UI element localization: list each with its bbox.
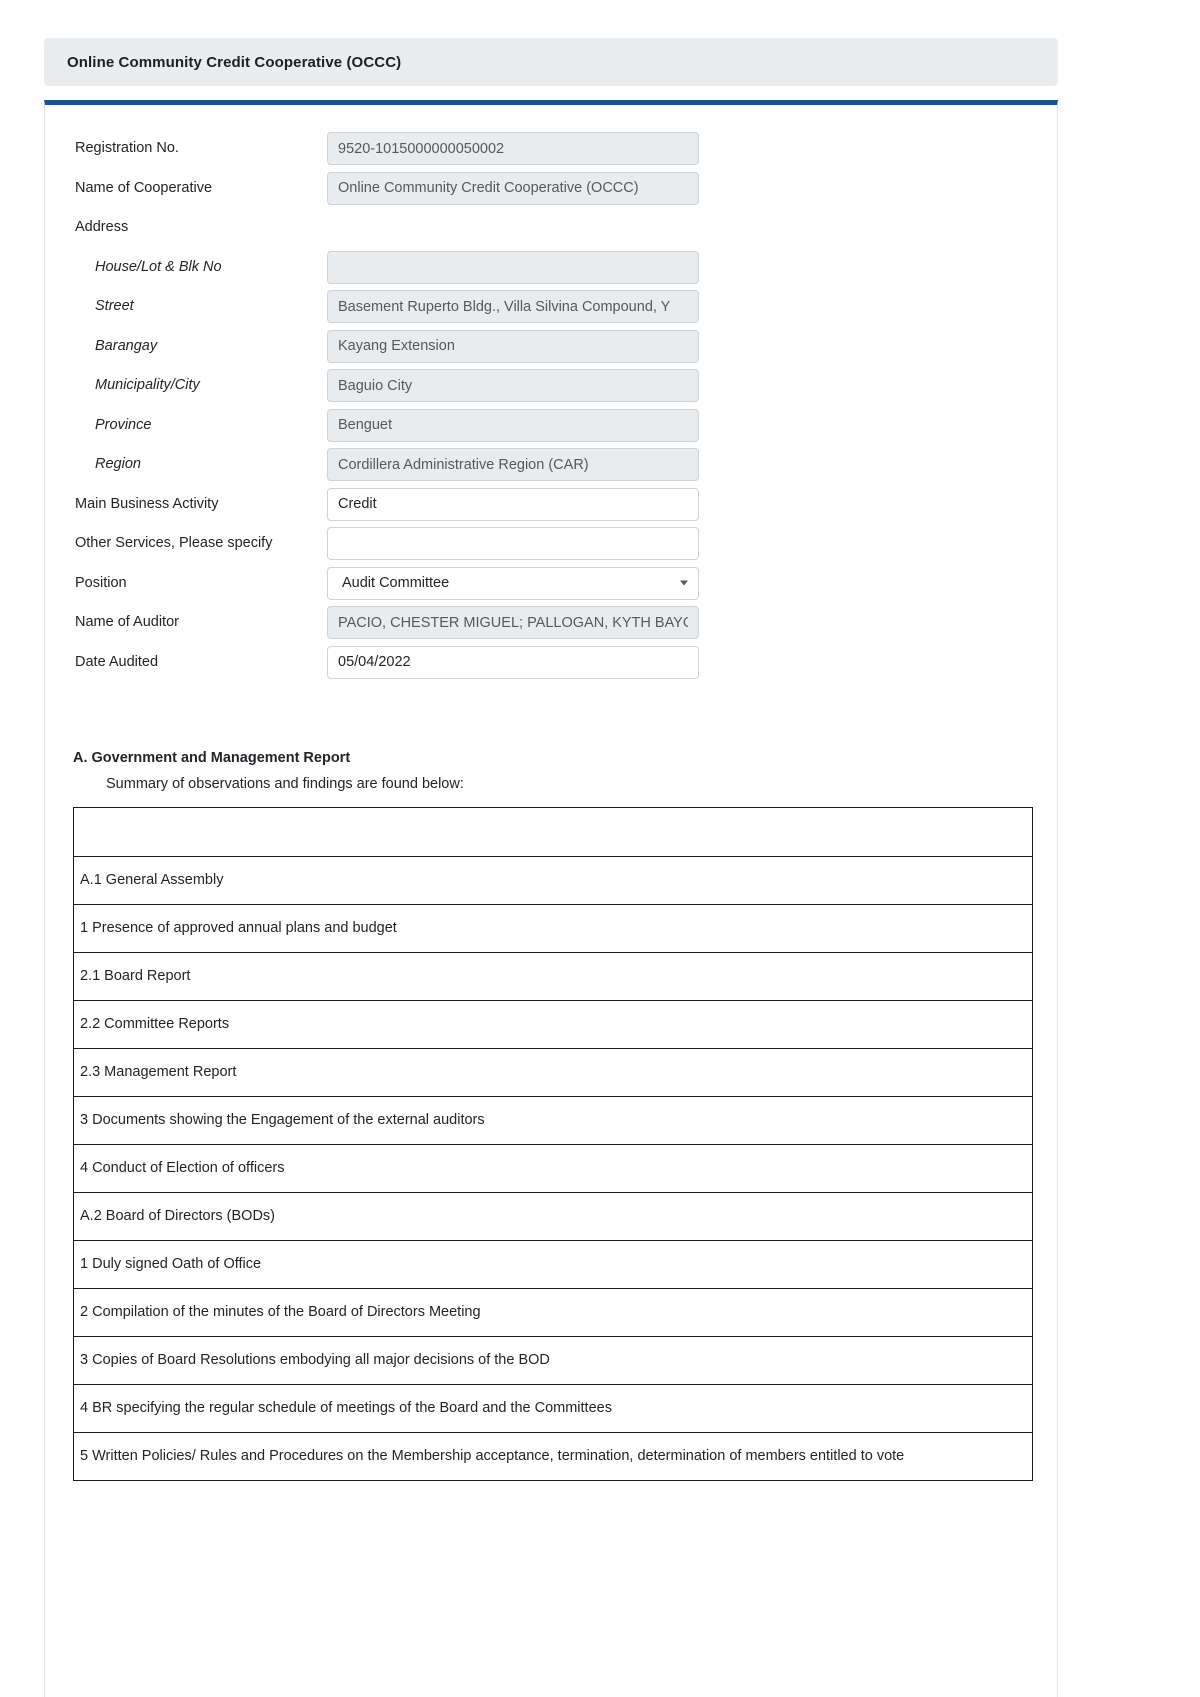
form-row: Date Audited 05/04/2022 [75,643,735,683]
field-input: Baguio City [327,369,699,403]
finding-label: 2.1 Board Report [74,952,1032,1001]
field-value: Basement Ruperto Bldg., Villa Silvina Co… [338,298,671,315]
field-input: Online Community Credit Cooperative (OCC… [327,171,699,205]
form-row: Main Business Activity Credit [75,485,735,525]
finding-label: 4 BR specifying the regular schedule of … [74,1384,1032,1433]
field-input: PACIO, CHESTER MIGUEL; PALLOGAN, KYTH BA… [327,606,699,640]
field-value: Online Community Credit Cooperative (OCC… [338,180,639,197]
table-row[interactable] [74,808,1032,857]
table-row[interactable]: 3 Copies of Board Resolutions embodying … [74,1336,1032,1385]
form-row: Name of Auditor PACIO, CHESTER MIGUEL; PA… [75,603,735,643]
form-row: Province Benguet [75,406,735,446]
findings-table: A.1 General Assembly 1 Presence of approv… [73,807,1033,1481]
field-input: Cordillera Administrative Region (CAR) [327,448,699,482]
section-a-title: A. Government and Management Report [73,750,351,766]
form-row: Region Cordillera Administrative Region (… [75,445,735,485]
table-row[interactable]: 2.1 Board Report [74,952,1032,1001]
finding-label: 4 Conduct of Election of officers [74,1144,1032,1193]
chevron-down-icon [680,580,688,586]
form-row: Other Services, Please specify [75,524,735,564]
form-row: Address [75,208,735,248]
field-label: Municipality/City [95,377,200,394]
field-input: Benguet [327,408,699,442]
table-row[interactable]: A.2 Board of Directors (BODs) [74,1192,1032,1241]
section-a-heading: A. Government and Management Report Summ… [73,750,1033,792]
finding-label: A.1 General Assembly [74,856,1032,905]
field-value: PACIO, CHESTER MIGUEL; PALLOGAN, KYTH BA… [338,614,688,631]
finding-label: 1 Duly signed Oath of Office [74,1240,1032,1289]
finding-label: 3 Documents showing the Engagement of th… [74,1096,1032,1145]
field-label: Other Services, Please specify [75,535,273,552]
finding-label: 5 Written Policies/ Rules and Procedures… [80,1448,905,1465]
field-input[interactable] [327,527,699,561]
table-row[interactable]: 5 Written Policies/ Rules and Procedures… [74,1432,1032,1480]
table-row[interactable]: 1 Duly signed Oath of Office [74,1240,1032,1289]
finding-label [74,808,1032,857]
section-a-subtitle: Summary of observations and findings are… [106,776,464,792]
field-value: Credit [338,496,377,513]
field-label: Address [75,219,129,236]
field-value: Cordillera Administrative Region (CAR) [338,456,589,473]
finding-label: 1 Presence of approved annual plans and … [74,904,1032,953]
field-label: Region [95,456,141,473]
field-input: Kayang Extension [327,329,699,363]
report-card: Registration No. 9520-1015000000050002 Nam… [44,100,1058,1697]
field-label: Position [75,574,127,591]
field-value: Kayang Extension [338,338,455,355]
page-header: Online Community Credit Cooperative (OCC… [44,38,1058,86]
field-input: 9520-1015000000050002 [327,132,699,166]
form-row: Registration No. 9520-1015000000050002 [75,129,735,169]
field-label: Name of Auditor [75,614,179,631]
field-value: Benguet [338,417,393,434]
field-value: 05/04/2022 [338,654,411,671]
finding-label: 2.2 Committee Reports [74,1000,1032,1049]
field-value: 9520-1015000000050002 [338,140,505,157]
finding-label: 3 Copies of Board Resolutions embodying … [74,1336,1032,1385]
field-label: Barangay [95,337,158,354]
field-label: Date Audited [75,653,159,670]
cooperative-info-form: Registration No. 9520-1015000000050002 Nam… [75,129,735,682]
field-input[interactable]: Credit [327,487,699,521]
field-label: House/Lot & Blk No [95,258,222,275]
audit-report-page: Online Community Credit Cooperative (OCC… [0,0,1200,1697]
table-row[interactable]: 2 Compilation of the minutes of the Boar… [74,1288,1032,1337]
form-row: Barangay Kayang Extension [75,327,735,367]
position-select[interactable]: Audit Committee [327,566,699,600]
field-label: Main Business Activity [75,495,219,512]
finding-label: 2.3 Management Report [74,1048,1032,1097]
form-row: Street Basement Ruperto Bldg., Villa Silv… [75,287,735,327]
field-label: Name of Cooperative [75,179,213,196]
field-input [327,250,699,284]
finding-label: 2 Compilation of the minutes of the Boar… [74,1288,1032,1337]
field-input: Basement Ruperto Bldg., Villa Silvina Co… [327,290,699,324]
table-row[interactable]: 2.2 Committee Reports [74,1000,1032,1049]
field-value: Baguio City [338,377,413,394]
form-row: House/Lot & Blk No [75,248,735,288]
table-row[interactable]: 4 BR specifying the regular schedule of … [74,1384,1032,1433]
form-row: Position Audit Committee [75,564,735,604]
field-label: Province [95,416,152,433]
field-input[interactable]: 05/04/2022 [327,645,699,679]
table-row[interactable]: 2.3 Management Report [74,1048,1032,1097]
field-label: Registration No. [75,140,179,157]
finding-label: A.2 Board of Directors (BODs) [74,1192,1032,1241]
field-label: Street [95,298,134,315]
table-row[interactable]: 1 Presence of approved annual plans and … [74,904,1032,953]
page-title: Online Community Credit Cooperative (OCC… [67,53,402,71]
form-row: Municipality/City Baguio City [75,366,735,406]
position-select-value: Audit Committee [342,575,450,592]
table-row[interactable]: 3 Documents showing the Engagement of th… [74,1096,1032,1145]
table-row[interactable]: 4 Conduct of Election of officers [74,1144,1032,1193]
form-row: Name of Cooperative Online Community Cred… [75,169,735,209]
table-row[interactable]: A.1 General Assembly [74,856,1032,905]
